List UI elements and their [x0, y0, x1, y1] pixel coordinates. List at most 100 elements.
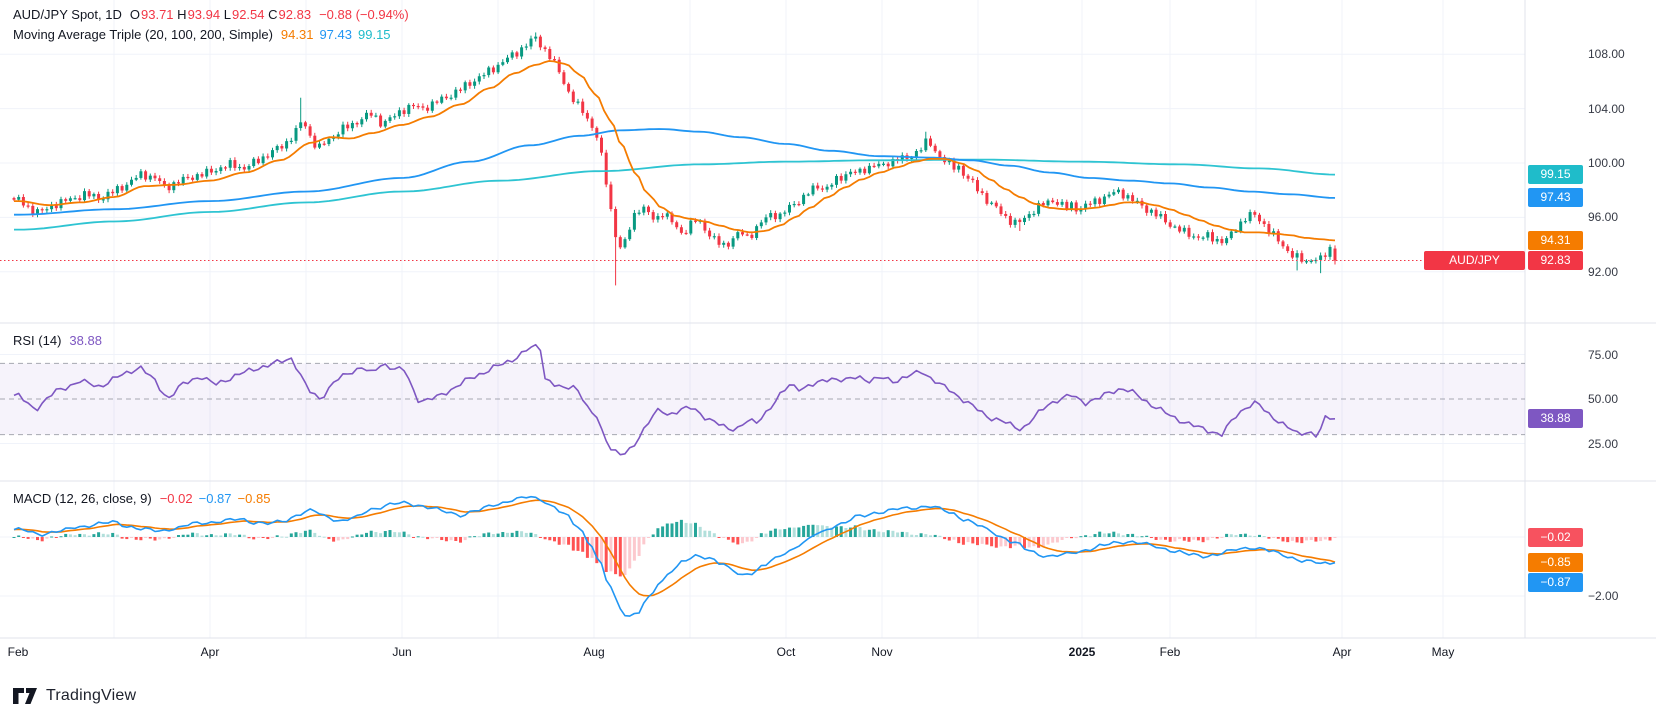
candle-body	[158, 178, 161, 181]
candle-body	[497, 65, 500, 73]
candle-body	[177, 182, 180, 183]
macd-histogram-bar	[238, 535, 241, 537]
macd-histogram-bar	[840, 526, 843, 537]
macd-histogram-bar	[1061, 537, 1064, 540]
ma-value-2: 99.15	[358, 27, 391, 42]
candle-body	[793, 204, 796, 205]
candle-body	[788, 205, 791, 213]
candle-body	[1169, 222, 1172, 226]
macd-histogram-bar	[248, 537, 251, 538]
macd-histogram-bar	[581, 537, 584, 552]
candle-body	[577, 102, 580, 103]
candle-body	[421, 106, 424, 107]
symbol-legend[interactable]: AUD/JPY Spot, 1D O93.71 H93.94 L92.54 C9…	[13, 7, 409, 22]
candle-body	[1258, 215, 1261, 221]
time-axis-label: Feb	[8, 645, 29, 659]
time-axis-label: May	[1432, 645, 1455, 659]
macd-histogram-bar	[501, 532, 504, 537]
candle-body	[262, 156, 265, 163]
candle-body	[769, 213, 772, 217]
macd-histogram-bar	[1079, 536, 1082, 537]
candle-body	[1305, 261, 1308, 262]
macd-histogram-bar	[17, 535, 20, 537]
candle-body	[746, 234, 749, 235]
macd-histogram-bar	[290, 533, 293, 537]
candle-body	[642, 207, 645, 213]
candle-body	[934, 146, 937, 152]
candle-body	[17, 197, 20, 200]
candle-body	[135, 178, 138, 180]
candle-body	[1056, 202, 1059, 205]
macd-histogram-bar	[915, 535, 918, 537]
candle-body	[440, 97, 443, 103]
macd-histogram-bar	[1267, 537, 1270, 539]
macd-signal-line	[14, 500, 1335, 596]
candle-body	[572, 92, 575, 102]
candle-body	[201, 174, 204, 176]
rsi-legend[interactable]: RSI (14) 38.88	[13, 333, 102, 348]
macd-histogram-bar	[920, 533, 923, 537]
time-axis-label: Aug	[583, 645, 604, 659]
candle-body	[995, 203, 998, 207]
rsi-axis-label: 25.00	[1588, 437, 1618, 451]
candle-body	[530, 39, 533, 47]
candle-body	[779, 214, 782, 220]
candle-body	[116, 186, 119, 193]
candle-body	[163, 181, 166, 185]
macd-histogram-bar	[1108, 533, 1111, 537]
candle-body	[567, 84, 570, 92]
candle-body	[464, 82, 467, 90]
time-axis-label: Feb	[1160, 645, 1181, 659]
candle-body	[1334, 249, 1337, 261]
tradingview-attribution[interactable]: TradingView	[13, 687, 136, 705]
macd-histogram-bar	[1098, 532, 1101, 537]
ma-legend[interactable]: Moving Average Triple (20, 100, 200, Sim…	[13, 27, 397, 42]
macd-legend[interactable]: MACD (12, 26, close, 9) −0.02−0.87−0.85	[13, 491, 276, 506]
candle-body	[633, 213, 636, 230]
candle-body	[835, 176, 838, 185]
candle-body	[219, 167, 222, 171]
candle-body	[750, 235, 753, 238]
candle-body	[553, 59, 556, 60]
macd-histogram-bar	[675, 522, 678, 537]
candle-body	[487, 67, 490, 75]
candle-body	[342, 125, 345, 135]
macd-histogram-bar	[1244, 534, 1247, 537]
macd-histogram-bar	[929, 535, 932, 537]
macd-histogram-bar	[88, 536, 91, 537]
macd-histogram-bar	[642, 537, 645, 544]
macd-histogram-bar	[816, 525, 819, 537]
macd-histogram-bar	[257, 537, 260, 538]
macd-histogram-bar	[873, 529, 876, 537]
macd-histogram-bar	[285, 537, 288, 538]
macd-histogram-bar	[826, 526, 829, 537]
candle-body	[812, 186, 815, 195]
candle-body	[1188, 228, 1191, 237]
macd-histogram-bar	[323, 537, 326, 538]
candle-body	[459, 90, 462, 91]
candle-body	[1018, 220, 1021, 222]
candle-body	[558, 60, 561, 73]
chart-canvas[interactable]	[0, 0, 1656, 718]
candle-body	[205, 169, 208, 177]
candle-body	[1225, 238, 1228, 243]
macd-histogram-bar	[1075, 537, 1078, 538]
macd-values: −0.02−0.87−0.85	[160, 491, 277, 506]
candle-body	[92, 194, 95, 196]
macd-histogram-bar	[69, 534, 72, 537]
macd-histogram-bar	[201, 536, 204, 537]
candle-body	[844, 174, 847, 180]
macd-histogram-bar	[459, 537, 462, 543]
macd-histogram-bar	[1164, 537, 1167, 540]
candle-body	[295, 128, 298, 141]
macd-histogram-bar	[1197, 537, 1200, 540]
candle-body	[1004, 214, 1007, 216]
macd-histogram-bar	[647, 537, 650, 538]
macd-histogram-bar	[755, 537, 758, 538]
candle-body	[887, 164, 890, 167]
candle-body	[1023, 218, 1026, 222]
macd-axis-label: −2.00	[1588, 589, 1618, 603]
candle-body	[548, 49, 551, 59]
macd-histogram-bar	[1206, 537, 1209, 540]
candle-body	[412, 105, 415, 106]
